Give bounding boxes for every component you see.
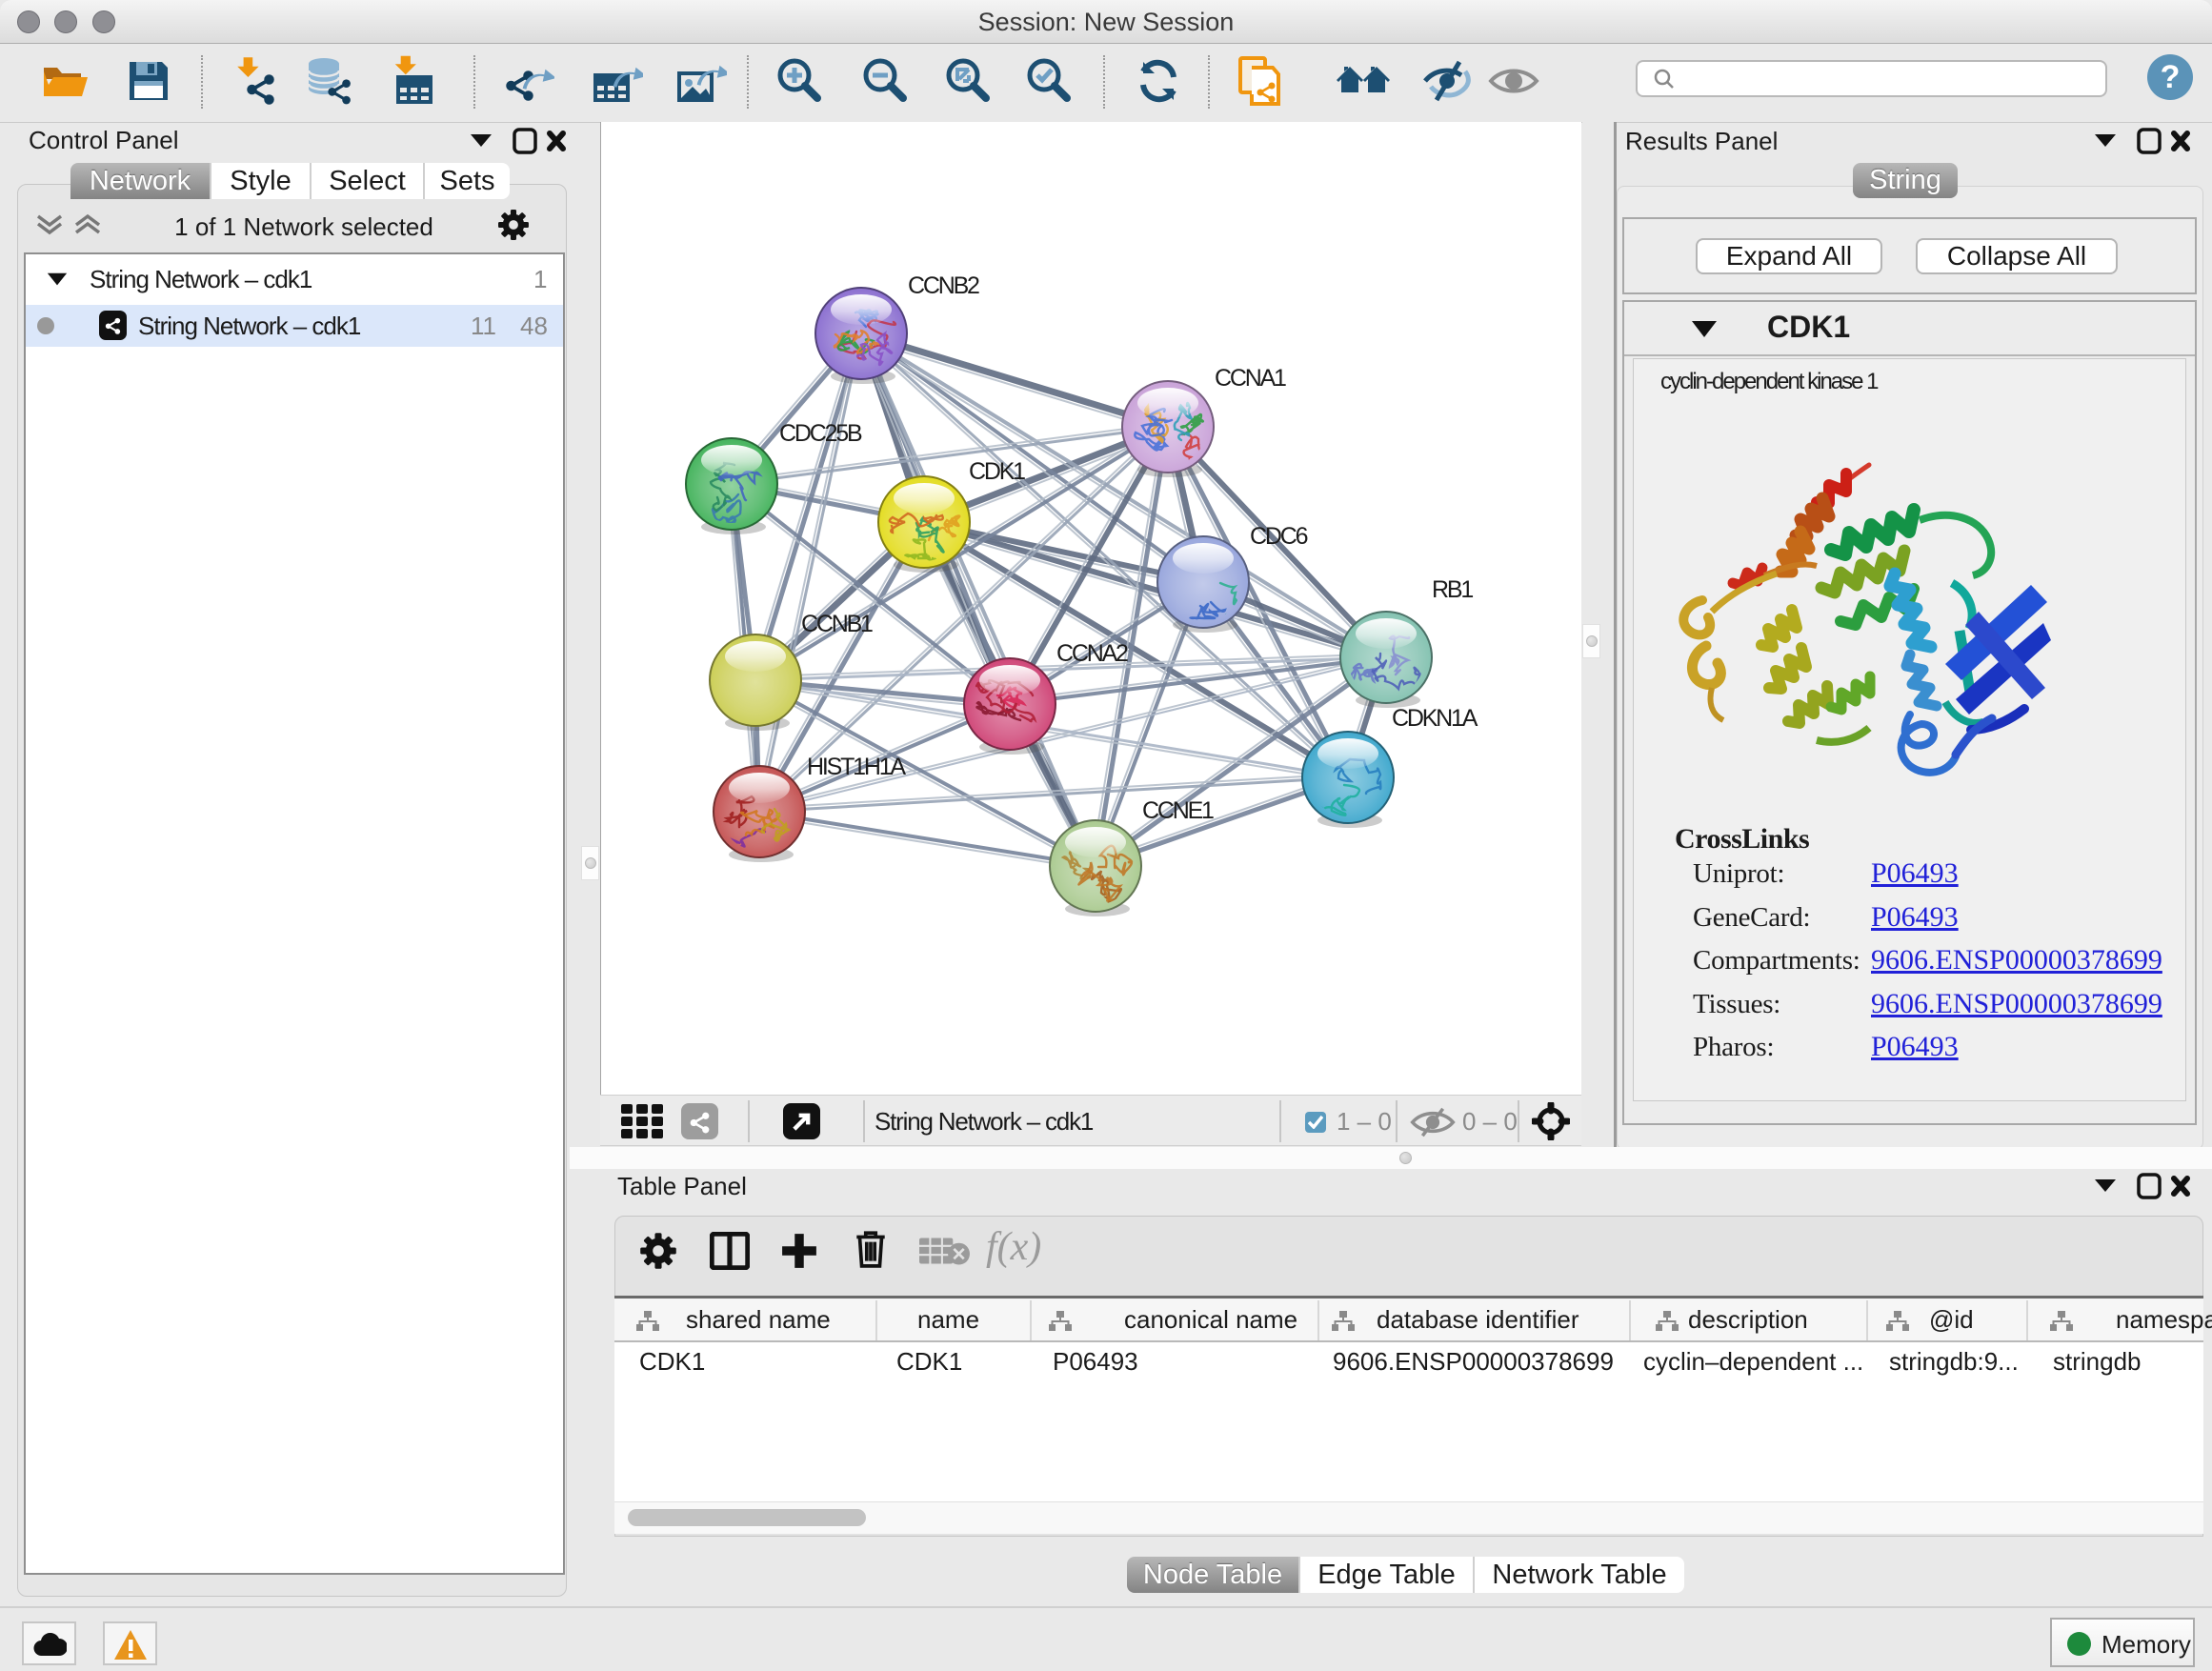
svg-text:CDKN1A: CDKN1A xyxy=(1392,705,1478,732)
svg-text:CCNB2: CCNB2 xyxy=(908,272,979,299)
svg-text:RB1: RB1 xyxy=(1432,576,1473,603)
svg-text:CDK1: CDK1 xyxy=(969,458,1025,485)
svg-text:CCNE1: CCNE1 xyxy=(1142,797,1214,824)
svg-text:CCNB1: CCNB1 xyxy=(801,611,873,637)
svg-text:HIST1H1A: HIST1H1A xyxy=(807,754,906,780)
svg-text:CCNA1: CCNA1 xyxy=(1215,365,1286,392)
svg-text:CDC25B: CDC25B xyxy=(779,420,862,447)
svg-text:CDC6: CDC6 xyxy=(1250,523,1308,550)
svg-text:CCNA2: CCNA2 xyxy=(1056,640,1128,667)
